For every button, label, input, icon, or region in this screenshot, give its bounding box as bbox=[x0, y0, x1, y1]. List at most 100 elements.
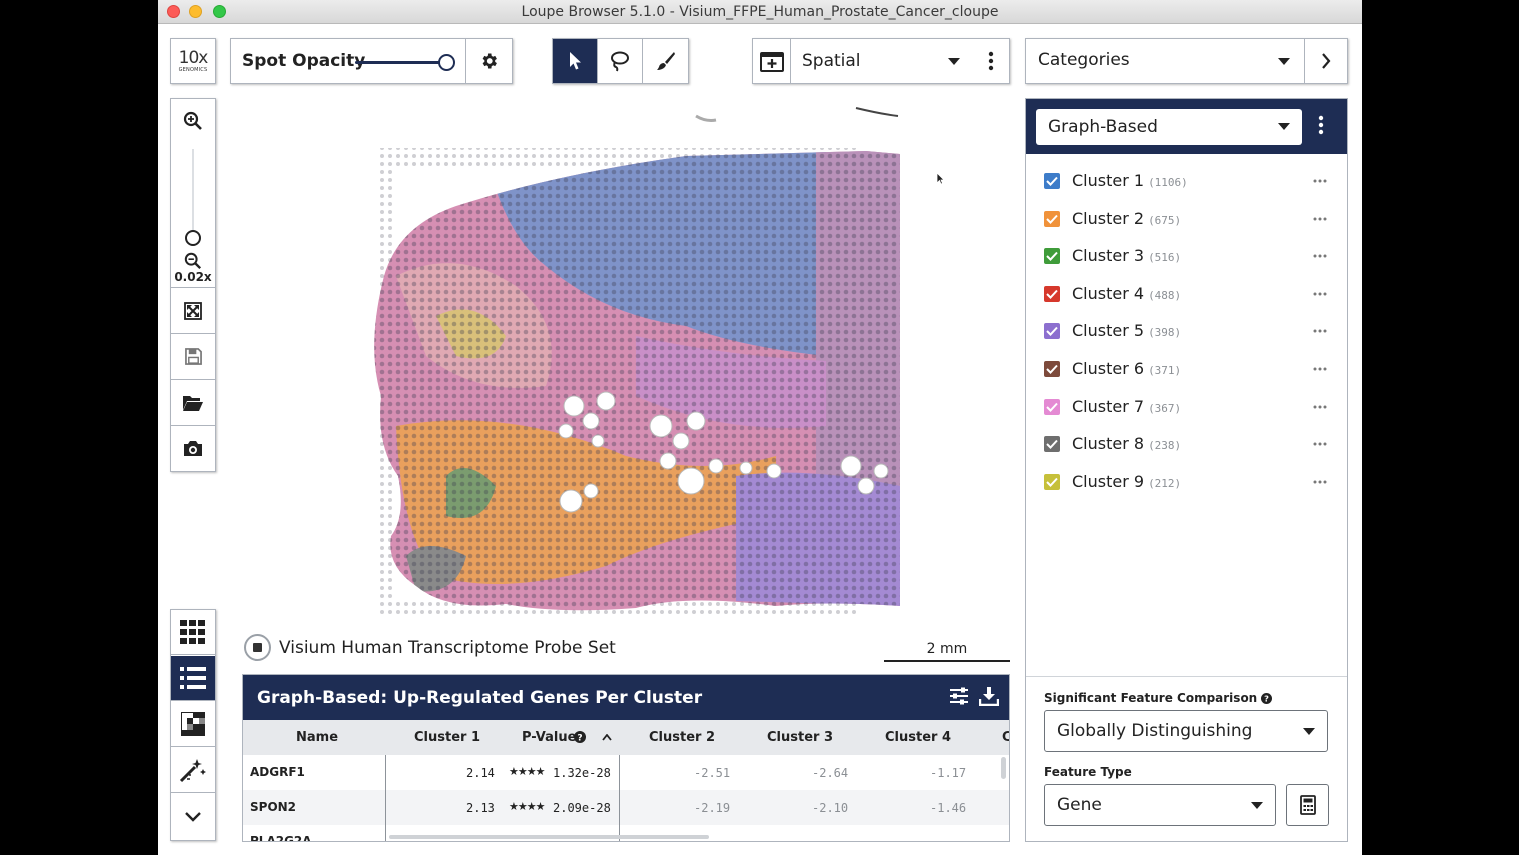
zoom-out-icon bbox=[184, 252, 202, 270]
cluster-row[interactable]: Cluster 6 (371) bbox=[1026, 351, 1347, 388]
chevron-down-icon bbox=[1251, 802, 1263, 809]
zoom-slider-thumb[interactable] bbox=[185, 230, 201, 246]
next-category-button[interactable] bbox=[1305, 39, 1347, 83]
column-header-p-value[interactable]: P-Value bbox=[522, 730, 576, 745]
category-selector[interactable]: Categories bbox=[1025, 38, 1348, 84]
cluster-checkbox[interactable] bbox=[1044, 474, 1060, 490]
column-header-cluster-5[interactable]: C bbox=[1002, 730, 1009, 745]
chevron-down-icon bbox=[185, 812, 201, 822]
table-vertical-scrollbar[interactable] bbox=[1001, 757, 1006, 779]
more-horizontal-icon[interactable] bbox=[1313, 480, 1327, 484]
column-header-name[interactable]: Name bbox=[296, 730, 338, 745]
open-file-button[interactable] bbox=[171, 380, 215, 425]
heatmap-view-button[interactable] bbox=[171, 702, 215, 747]
fit-to-screen-button[interactable] bbox=[171, 288, 215, 333]
cluster-row[interactable]: Cluster 8 (238) bbox=[1026, 426, 1347, 463]
list-icon bbox=[180, 667, 206, 689]
cluster-row[interactable]: Cluster 3 (516) bbox=[1026, 238, 1347, 275]
brush-tool-button[interactable] bbox=[643, 39, 688, 83]
sfc-label: Significant Feature Comparison bbox=[1044, 691, 1258, 705]
collapse-panel-button[interactable] bbox=[171, 794, 215, 839]
gene-name: ADGRF1 bbox=[250, 765, 305, 779]
cluster-3-value: -2.10 bbox=[812, 801, 849, 815]
more-horizontal-icon[interactable] bbox=[1313, 329, 1327, 333]
chevron-down-icon bbox=[948, 58, 960, 65]
view-selector[interactable]: Spatial bbox=[752, 38, 1010, 84]
cluster-row[interactable]: Cluster 7 (367) bbox=[1026, 389, 1347, 426]
violin-plot-button[interactable] bbox=[171, 748, 215, 793]
download-icon[interactable] bbox=[979, 686, 999, 706]
more-horizontal-icon[interactable] bbox=[1313, 254, 1327, 258]
cluster-2-value: -2.19 bbox=[694, 801, 731, 815]
cluster-row[interactable]: Cluster 5 (398) bbox=[1026, 313, 1347, 350]
column-header-cluster-2[interactable]: Cluster 2 bbox=[649, 730, 715, 745]
more-vertical-icon[interactable] bbox=[988, 51, 994, 71]
cluster-panel-header: Graph-Based bbox=[1026, 99, 1347, 154]
zoom-in-button[interactable] bbox=[171, 107, 215, 135]
more-horizontal-icon[interactable] bbox=[1313, 217, 1327, 221]
cluster-row[interactable]: Cluster 1 (1106) bbox=[1026, 163, 1347, 200]
cluster-row[interactable]: Cluster 2 (675) bbox=[1026, 201, 1347, 238]
zoom-slider-track[interactable] bbox=[192, 149, 194, 235]
cluster-label: Cluster 4 (488) bbox=[1072, 284, 1182, 303]
divider bbox=[1026, 676, 1347, 677]
more-horizontal-icon[interactable] bbox=[1313, 367, 1327, 371]
table-row[interactable]: SPON2 2.13 ★★★★ 2.09e-28 -2.19 -2.10 -1.… bbox=[243, 790, 1009, 825]
screenshot-button[interactable] bbox=[171, 426, 215, 471]
cluster-checkbox[interactable] bbox=[1044, 361, 1060, 377]
heatmap-icon bbox=[181, 712, 205, 736]
cluster-checkbox[interactable] bbox=[1044, 211, 1060, 227]
select-tool-button[interactable] bbox=[553, 39, 598, 83]
cluster-checkbox[interactable] bbox=[1044, 323, 1060, 339]
table-row[interactable]: ADGRF1 2.14 ★★★★ 1.32e-28 -2.51 -2.64 -1… bbox=[243, 755, 1009, 790]
cluster-checkbox[interactable] bbox=[1044, 436, 1060, 452]
cluster-row[interactable]: Cluster 4 (488) bbox=[1026, 276, 1347, 313]
gear-icon bbox=[482, 53, 497, 69]
opacity-slider-track[interactable] bbox=[355, 61, 447, 64]
cluster-row[interactable]: Cluster 9 (212) bbox=[1026, 464, 1347, 501]
expand-icon bbox=[184, 301, 202, 320]
view-label: Spatial bbox=[802, 51, 861, 71]
calculator-button[interactable] bbox=[1286, 784, 1329, 826]
column-header-cluster-4[interactable]: Cluster 4 bbox=[885, 730, 951, 745]
feature-type-select[interactable]: Gene bbox=[1044, 784, 1276, 826]
more-horizontal-icon[interactable] bbox=[1313, 442, 1327, 446]
save-button[interactable] bbox=[171, 334, 215, 379]
svg-text:?: ? bbox=[577, 734, 582, 744]
feature-comparison-select[interactable]: Globally Distinguishing bbox=[1044, 710, 1328, 752]
grid-view-button[interactable] bbox=[171, 610, 215, 655]
more-horizontal-icon[interactable] bbox=[1313, 405, 1327, 409]
filter-sliders-icon[interactable] bbox=[949, 686, 969, 706]
significance-stars: ★★★★ bbox=[509, 765, 545, 778]
column-header-cluster-1[interactable]: Cluster 1 bbox=[414, 730, 480, 745]
spot-opacity-label: Spot Opacity bbox=[242, 51, 366, 71]
more-horizontal-icon[interactable] bbox=[1313, 292, 1327, 296]
more-horizontal-icon[interactable] bbox=[1313, 179, 1327, 183]
tissue-image[interactable] bbox=[306, 96, 900, 640]
category-label: Categories bbox=[1038, 50, 1130, 70]
selection-tools bbox=[552, 38, 689, 84]
opacity-slider-thumb[interactable] bbox=[438, 54, 455, 71]
cluster-4-value: -1.46 bbox=[930, 801, 967, 815]
clustering-selector[interactable]: Graph-Based bbox=[1036, 109, 1302, 145]
cluster-checkbox[interactable] bbox=[1044, 399, 1060, 415]
spatial-tissue-view[interactable] bbox=[306, 96, 900, 640]
table-horizontal-scrollbar[interactable] bbox=[389, 835, 709, 839]
grid-icon bbox=[180, 620, 205, 644]
cluster-checkbox[interactable] bbox=[1044, 173, 1060, 189]
spot-settings-button[interactable] bbox=[466, 39, 512, 83]
list-view-button[interactable] bbox=[171, 656, 215, 701]
lasso-tool-button[interactable] bbox=[598, 39, 643, 83]
table-row[interactable]: PLA2G2A bbox=[243, 825, 1009, 841]
sort-ascending-icon[interactable] bbox=[602, 734, 612, 741]
cluster-checkbox[interactable] bbox=[1044, 248, 1060, 264]
help-icon[interactable]: ? bbox=[574, 731, 586, 743]
folder-open-icon bbox=[183, 395, 203, 411]
cluster-count: (371) bbox=[1148, 364, 1182, 377]
zoom-in-icon bbox=[183, 111, 202, 130]
cluster-checkbox[interactable] bbox=[1044, 286, 1060, 302]
column-header-cluster-3[interactable]: Cluster 3 bbox=[767, 730, 833, 745]
help-icon[interactable]: ? bbox=[1261, 692, 1273, 704]
more-vertical-icon[interactable] bbox=[1318, 115, 1324, 135]
cluster-label: Cluster 1 (1106) bbox=[1072, 171, 1188, 190]
